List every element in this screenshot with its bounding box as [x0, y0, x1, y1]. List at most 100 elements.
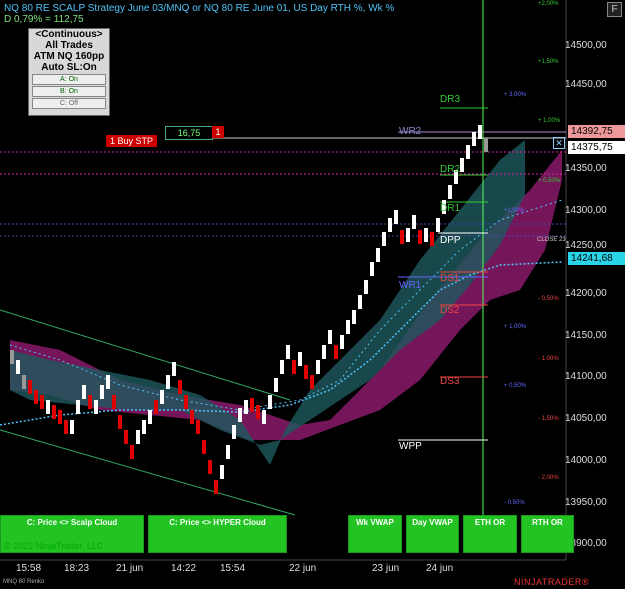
time-tick: 15:54	[220, 563, 246, 574]
renko-brick	[304, 365, 308, 379]
toggle-a-button[interactable]: A: On	[32, 74, 106, 85]
renko-brick	[184, 395, 188, 409]
renko-brick	[148, 410, 152, 424]
renko-brick	[316, 360, 320, 374]
order-price-offset[interactable]: 16,75	[165, 126, 213, 140]
atm-template: ATM NQ 160pp	[33, 51, 105, 62]
pct-label: +2,00%	[504, 208, 525, 214]
renko-brick	[70, 420, 74, 434]
daily-change: D 0,79% = 112,75	[4, 14, 84, 25]
trade-filter: All Trades	[45, 40, 93, 51]
renko-brick	[124, 430, 128, 444]
hyper-cloud-button[interactable]: C: Price <> HYPER Cloud	[148, 515, 287, 553]
renko-brick	[82, 385, 86, 399]
time-tick: 15:58	[16, 563, 42, 574]
renko-brick	[52, 405, 56, 419]
renko-brick	[202, 440, 206, 454]
level-wpp: WPP	[399, 441, 422, 452]
pct-label: - 1,00%	[538, 356, 559, 362]
chart-title: NQ 80 RE SCALP Strategy June 03/MNQ or N…	[4, 3, 395, 14]
panel-toggle-button[interactable]: F	[607, 2, 622, 17]
time-tick: 24 jun	[426, 563, 454, 574]
renko-brick	[388, 218, 392, 232]
price-tick: 14100,00	[565, 371, 607, 382]
renko-brick	[382, 232, 386, 246]
level-dr2: DR2	[440, 164, 461, 175]
renko-brick	[16, 360, 20, 374]
price-tick: 14250,00	[565, 240, 607, 251]
day-vwap-button[interactable]: Day VWAP	[406, 515, 459, 553]
renko-brick	[286, 345, 290, 359]
pct-label: + 0,50%	[538, 178, 561, 184]
renko-brick	[394, 210, 398, 224]
renko-brick	[190, 410, 194, 424]
renko-brick	[112, 395, 116, 409]
renko-brick	[46, 400, 50, 414]
renko-brick	[64, 420, 68, 434]
price-tick: 14350,00	[565, 163, 607, 174]
renko-brick	[40, 395, 44, 409]
pct-label: + 0,50%	[504, 383, 527, 389]
rth-or-button[interactable]: RTH OR	[521, 515, 574, 553]
renko-brick	[424, 228, 428, 242]
renko-brick	[58, 410, 62, 424]
pct-label: - 0,50%	[538, 296, 559, 302]
renko-brick	[196, 420, 200, 434]
renko-brick	[142, 420, 146, 434]
renko-brick	[76, 400, 80, 414]
renko-brick	[34, 390, 38, 404]
renko-brick	[430, 232, 434, 246]
level-ds2: DS2	[440, 305, 460, 316]
toggle-b-button[interactable]: B: On	[32, 86, 106, 97]
time-tick: 18:23	[64, 563, 90, 574]
time-tick: 23 jun	[372, 563, 400, 574]
pct-label: + 1,00%	[504, 324, 527, 330]
price-tick: 13900,00	[565, 538, 607, 549]
renko-brick	[412, 215, 416, 229]
renko-brick	[406, 228, 410, 242]
price-tick: 14150,00	[565, 330, 607, 341]
renko-brick	[88, 395, 92, 409]
last-price-tag: 14392,75	[568, 125, 625, 138]
toggle-c-button[interactable]: C: Off	[32, 98, 106, 109]
ninjatrader-logo: NINJATRADER®	[514, 577, 589, 587]
instrument-label: MNQ 80 Renko	[3, 579, 45, 585]
price-tick: 14300,00	[565, 205, 607, 216]
renko-brick	[232, 425, 236, 439]
renko-brick	[334, 345, 338, 359]
copyright-notice: © 2021 NinjaTrader, LLC	[4, 541, 104, 551]
pct-label: +2,00%	[538, 1, 559, 7]
pct-label: - 2,00%	[538, 475, 559, 481]
renko-brick	[472, 132, 476, 146]
renko-brick	[310, 375, 314, 389]
price-tick: 14000,00	[565, 455, 607, 466]
renko-brick	[322, 345, 326, 359]
renko-brick	[376, 248, 380, 262]
level-dpp: DPP	[440, 235, 461, 246]
price-tick: 14200,00	[565, 288, 607, 299]
renko-brick	[352, 310, 356, 324]
renko-brick	[22, 375, 26, 389]
renko-brick	[262, 410, 266, 424]
level-close: CLOSE 23	[537, 237, 566, 243]
time-tick: 21 jun	[116, 563, 144, 574]
buy-stop-order-tag[interactable]: 1 Buy STP	[106, 135, 158, 147]
chart-panel[interactable]: NQ 80 RE SCALP Strategy June 03/MNQ or N…	[0, 0, 625, 589]
renko-brick	[478, 125, 482, 139]
renko-brick	[130, 445, 134, 459]
renko-brick	[238, 408, 242, 422]
renko-brick	[28, 380, 32, 394]
vwap-price-tag: 14241,68	[568, 252, 625, 265]
renko-brick	[340, 335, 344, 349]
order-quantity[interactable]: 1	[212, 126, 224, 138]
renko-brick	[106, 375, 110, 389]
level-dr3: DR3	[440, 94, 461, 105]
renko-brick	[370, 262, 374, 276]
renko-brick	[250, 398, 254, 412]
price-tick: 13950,00	[565, 497, 607, 508]
wk-vwap-button[interactable]: Wk VWAP	[348, 515, 402, 553]
eth-or-button[interactable]: ETH OR	[463, 515, 517, 553]
pct-label: +1,50%	[538, 59, 559, 65]
renko-brick	[280, 360, 284, 374]
cancel-order-icon[interactable]: ✕	[553, 137, 565, 149]
